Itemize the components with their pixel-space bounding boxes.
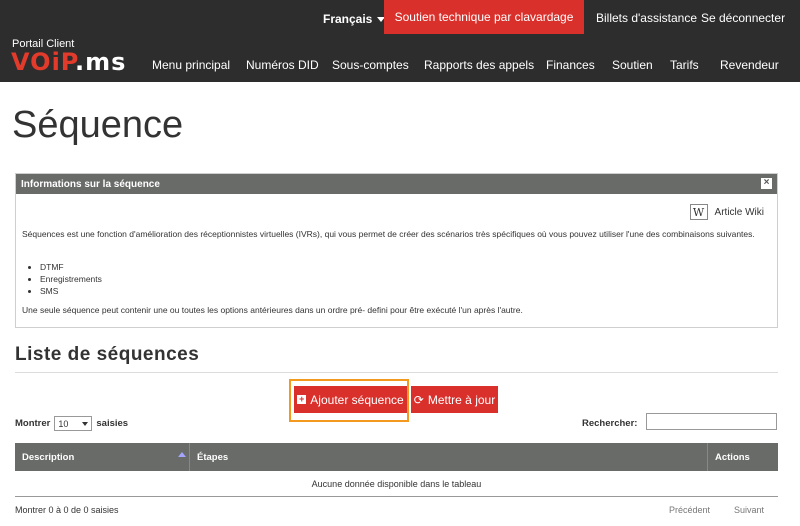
next-page-button[interactable]: Suivant [734,505,764,515]
plus-icon: + [297,394,307,404]
list-item: Enregistrements [40,273,102,285]
entries-label: saisies [96,418,129,429]
language-label: Français [323,12,373,26]
sort-asc-icon[interactable] [178,452,186,457]
nav-reseller[interactable]: Revendeur [720,58,779,72]
sequence-info-panel: Informations sur la séquence × W Article… [15,173,778,328]
page-length-control: Montrer 10 saisies [15,416,128,431]
column-steps[interactable]: Étapes [189,443,707,471]
wiki-label: Article Wiki [714,206,764,218]
panel-header: Informations sur la séquence × [16,174,777,194]
nav-support[interactable]: Soutien [612,58,653,72]
wikipedia-icon: W [689,204,708,220]
nav-rates[interactable]: Tarifs [670,58,699,72]
logout-link[interactable]: Se déconnecter [701,11,785,25]
top-header: Français Soutien technique par clavardag… [0,0,800,82]
list-item: DTMF [40,261,102,273]
nav-main-menu[interactable]: Menu principal [152,58,230,72]
table-header: Description Étapes Actions [15,443,778,471]
previous-page-button[interactable]: Précédent [669,505,710,515]
add-sequence-button[interactable]: + Ajouter séquence [294,386,407,413]
column-description[interactable]: Description [15,443,189,471]
refresh-icon: ⟳ [413,392,424,407]
search-input[interactable] [646,413,777,430]
show-label: Montrer [15,418,51,429]
panel-title: Informations sur la séquence [21,179,160,190]
support-tickets-link[interactable]: Billets d'assistance [596,11,697,25]
sequence-list-title: Liste de séquences [15,344,200,365]
table-empty-row: Aucune donnée disponible dans le tableau [15,471,778,497]
list-item: SMS [40,285,102,297]
divider [15,372,778,373]
language-selector[interactable]: Français [323,12,386,26]
nav-did-numbers[interactable]: Numéros DID [246,58,319,72]
column-actions: Actions [707,443,778,471]
add-sequence-label: Ajouter séquence [310,392,404,407]
page-length-select[interactable]: 10 [54,416,93,431]
wiki-article-link[interactable]: W Article Wiki [689,204,764,220]
option-list: DTMF Enregistrements SMS [40,261,102,297]
panel-footer-text: Une seule séquence peut contenir une ou … [22,305,523,315]
chevron-down-icon [82,421,89,426]
refresh-button[interactable]: ⟳ Mettre à jour [411,386,498,413]
search-label: Rechercher: [582,418,638,429]
close-icon[interactable]: × [761,178,772,189]
nav-finances[interactable]: Finances [546,58,595,72]
voipms-logo[interactable]: VOiP.ms [11,48,126,76]
nav-call-reports[interactable]: Rapports des appels [424,58,534,72]
live-chat-support-button[interactable]: Soutien technique par clavardage [384,0,584,34]
nav-sub-accounts[interactable]: Sous-comptes [332,58,409,72]
page-title: Séquence [12,104,184,146]
refresh-label: Mettre à jour [427,392,496,407]
panel-description: Séquences est une fonction d'amélioratio… [22,229,755,239]
page-length-value: 10 [58,418,69,429]
table-info: Montrer 0 à 0 de 0 saisies [15,505,119,515]
